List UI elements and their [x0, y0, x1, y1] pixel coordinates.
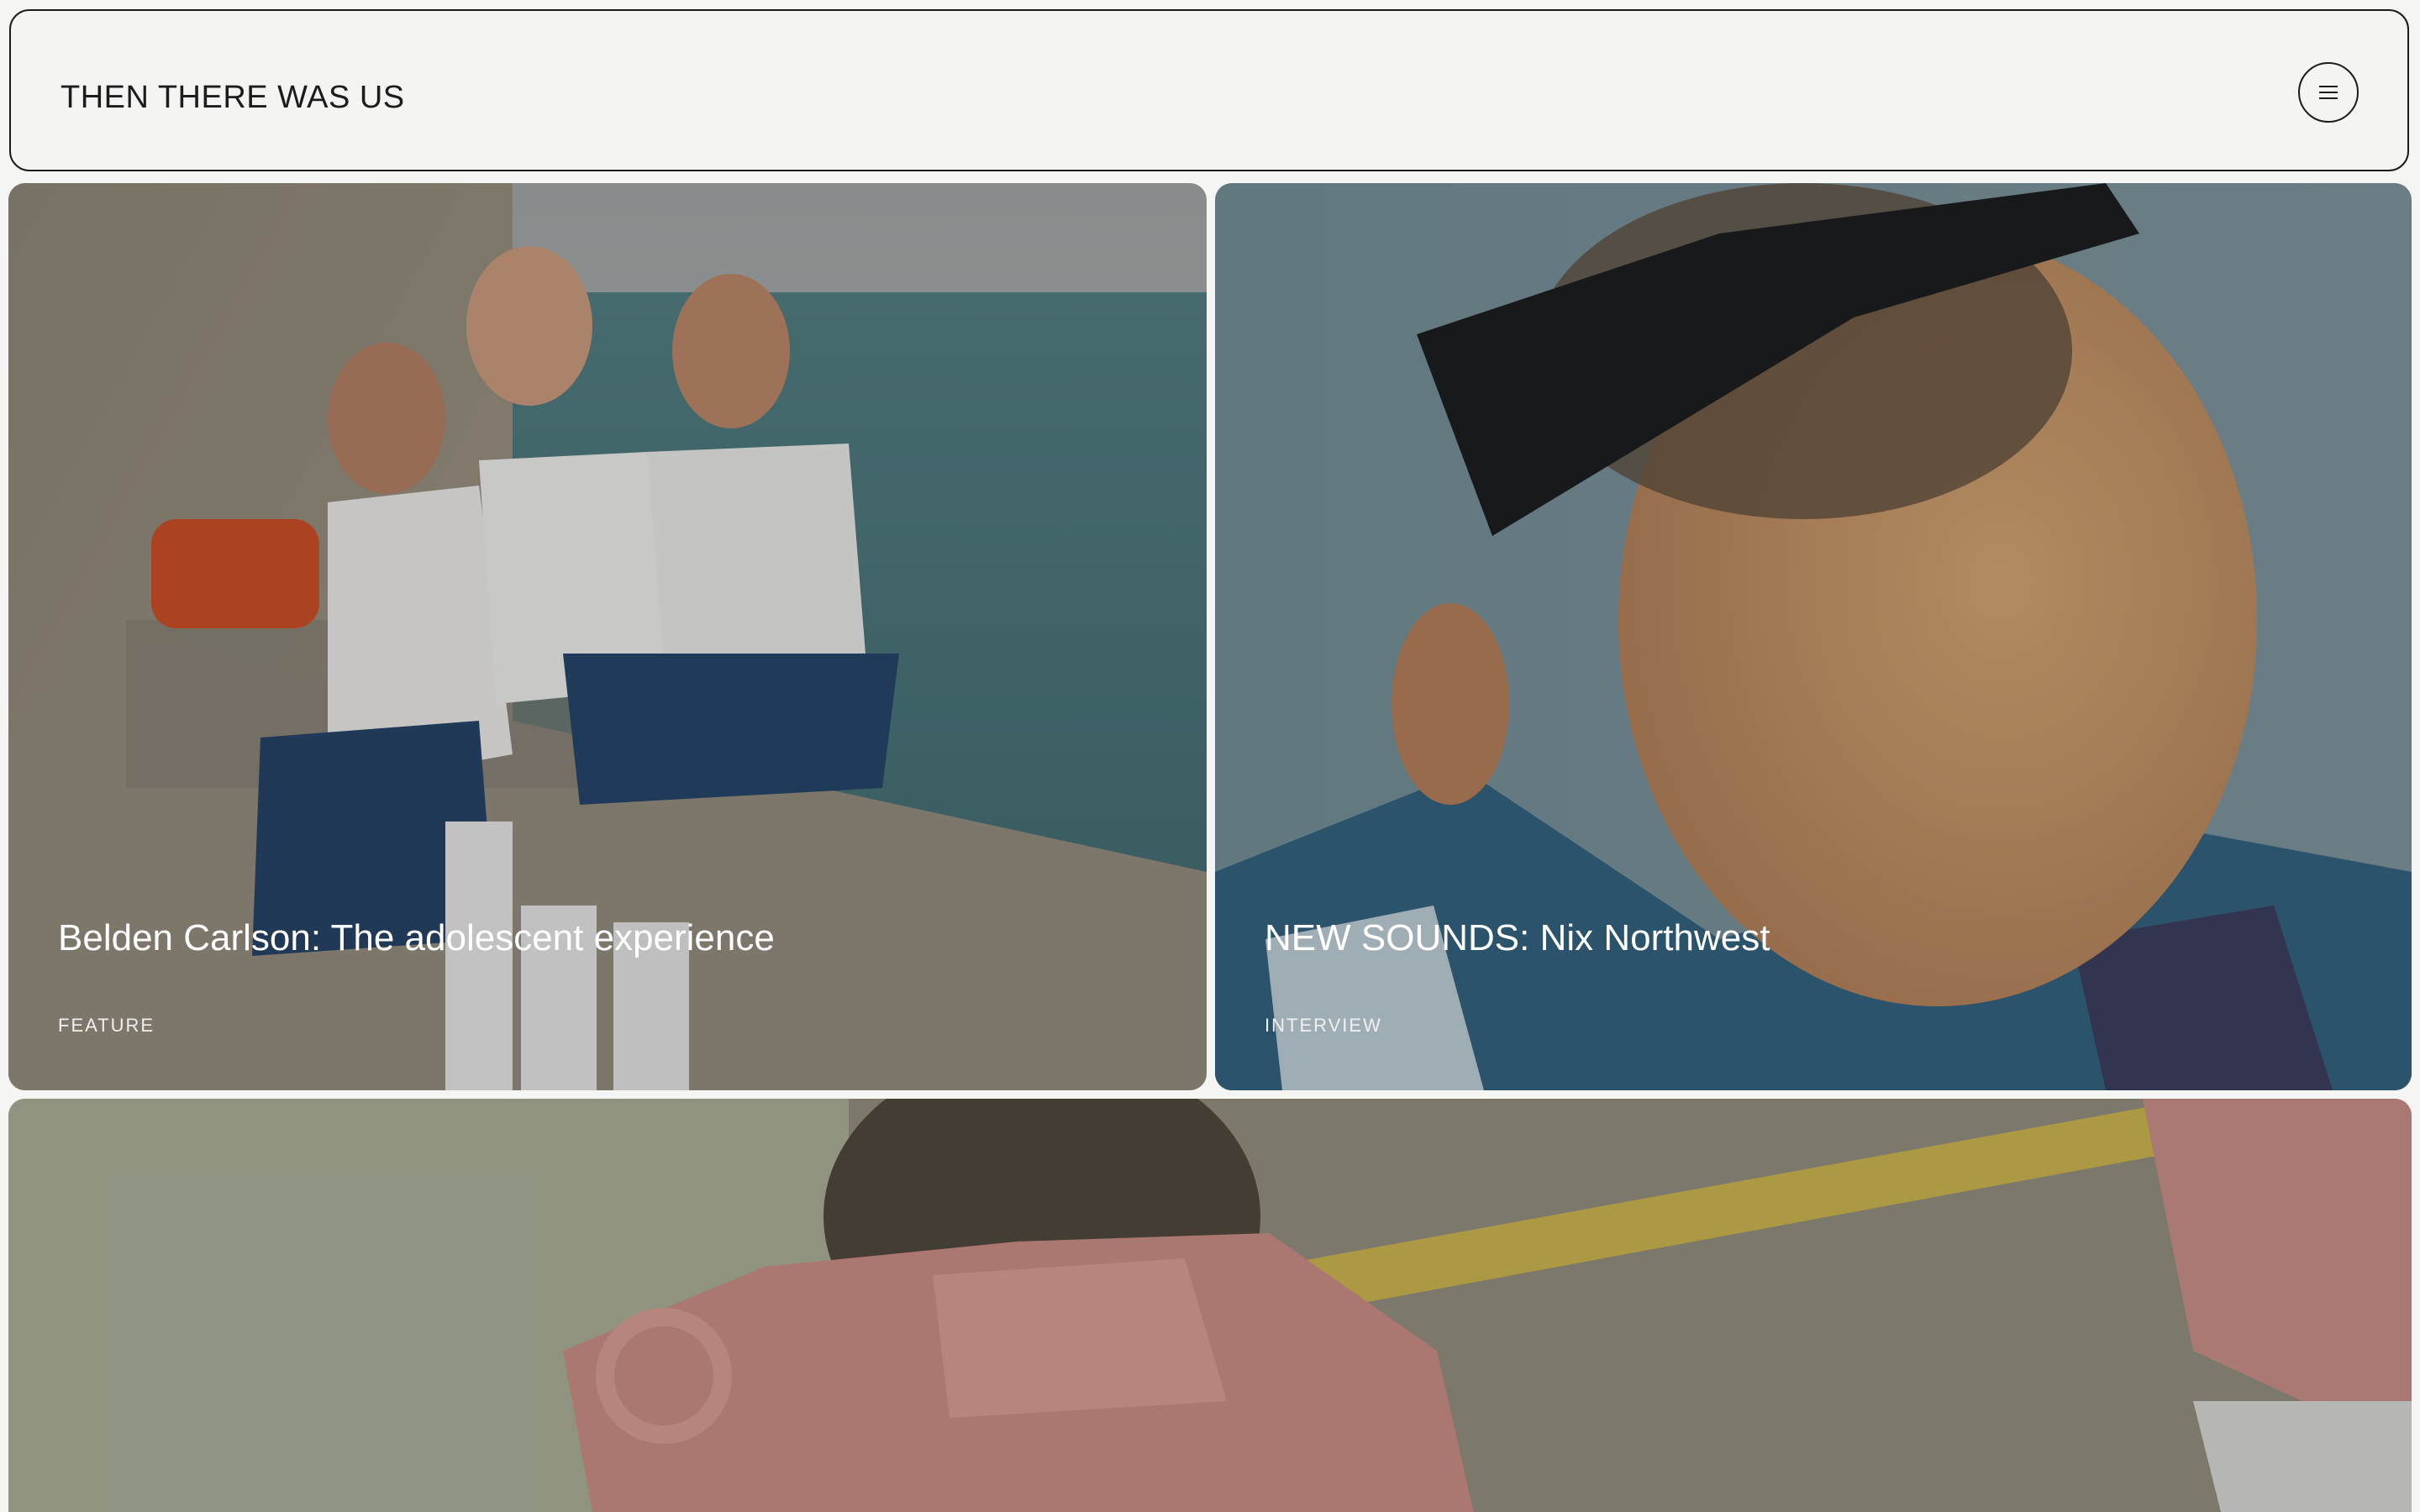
- article-title[interactable]: NEW SOUNDS: Nix Northwest: [1265, 917, 1770, 958]
- site-header: THEN THERE WAS US: [9, 9, 2409, 171]
- article-card-feature[interactable]: Belden Carlson: The adolescent experienc…: [8, 183, 1207, 1090]
- article-category-tag: FEATURE: [58, 1015, 155, 1036]
- article-title[interactable]: Belden Carlson: The adolescent experienc…: [58, 917, 775, 958]
- menu-button[interactable]: [2298, 62, 2359, 123]
- site-title[interactable]: THEN THERE WAS US: [60, 81, 405, 113]
- image-overlay: [8, 1099, 2412, 1512]
- article-card-interview[interactable]: NEW SOUNDS: Nix Northwest INTERVIEW: [1215, 183, 2412, 1090]
- article-category-tag: INTERVIEW: [1265, 1015, 1382, 1036]
- article-card-sneakers[interactable]: [8, 1099, 2412, 1512]
- page: THEN THERE WAS US Belden Carlson: The ad…: [0, 0, 2420, 1512]
- hamburger-menu-icon: [2319, 86, 2338, 99]
